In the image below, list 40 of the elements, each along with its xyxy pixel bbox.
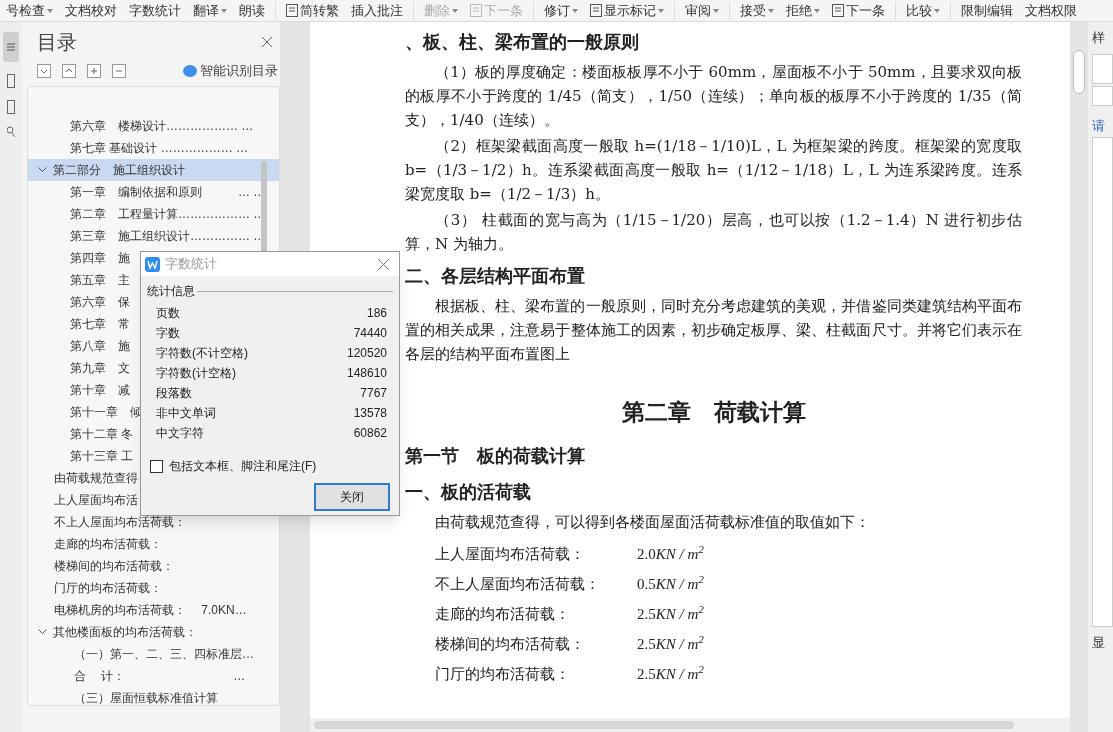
load-label: 上人屋面均布活荷载： [435, 544, 586, 565]
load-label: 不上人屋面均布活荷载： [435, 574, 601, 595]
stat-label: 字数 [156, 325, 180, 342]
load-value: 0.5KN / m$^{2}$ [637, 572, 704, 594]
heading: 、板、柱、梁布置的一般原则 [405, 31, 640, 54]
load-value: 2.5KN / m$^{2}$ [637, 602, 704, 624]
heading: 一、板的活荷载 [405, 481, 532, 504]
stat-label: 字符数(不计空格) [156, 345, 248, 362]
load-label: 走廊的均布活荷载： [435, 604, 571, 625]
heading: 第一节 板的荷载计算 [405, 445, 586, 468]
panel-label: 样 [1092, 29, 1106, 47]
stat-value: 60862 [353, 425, 387, 442]
paragraph: （1）板的厚度确定：楼面板板厚不小于 60mm，屋面板不小于 50mm，且要求双向板的板厚不小于跨度的 1/45（简支），1/50（连续）；单向板的板厚不小于跨度的 1/35（简支），1/40（连续）。 [405, 62, 1022, 131]
group-label: 统计信息 [147, 283, 195, 300]
stat-value: 148610 [346, 365, 387, 382]
load-value: 2.5KN / m$^{2}$ [637, 632, 704, 654]
stat-label: 段落数 [156, 385, 192, 402]
stat-value: 7767 [360, 385, 387, 402]
stat-value: 186 [366, 305, 387, 322]
paragraph: （3） 柱截面的宽与高为（1/15－1/20）层高，也可以按（1.2－1.4）N 进行初步估算，N 为轴力。 [405, 210, 1022, 255]
load-value: 2.5KN / m$^{2}$ [637, 662, 704, 684]
stat-value: 120520 [346, 345, 387, 362]
dialog-title: 字数统计 [165, 255, 218, 274]
chapter-title: 第二章 荷载计算 [620, 398, 807, 427]
panel-title: 目录 [37, 30, 77, 55]
paragraph: （2）框架梁截面高度一般取 h=(1/18－1/10)L，L 为框架梁的跨度。框架梁的宽度取 b=（1/3－1/2）h。连系梁截面高度一般取 h=（1/12－1/18）L，L 为连系梁跨度。连系梁宽度取 b=（1/2－1/3）h。 [405, 136, 1022, 205]
panel-label: 显 [1092, 634, 1106, 652]
load-label: 楼梯间的均布活荷载： [435, 634, 586, 655]
load-value: 2.0KN / m$^{2}$ [637, 542, 704, 564]
stat-value: 13578 [353, 405, 387, 422]
stat-label: 非中文单词 [156, 405, 216, 422]
load-label: 门厅的均布活荷载： [435, 664, 571, 685]
checkbox-label: 包括文本框、脚注和尾注(F) [169, 458, 317, 475]
stat-label: 页数 [156, 305, 180, 322]
stat-label: 字符数(计空格) [156, 365, 236, 382]
heading: 二、各层结构平面布置 [405, 265, 586, 288]
stat-label: 中文字符 [156, 425, 204, 442]
stat-value: 74440 [353, 325, 387, 342]
paragraph: 由荷载规范查得，可以得到各楼面屋面活荷载标准值的取值如下： [434, 512, 871, 533]
paragraph: 根据板、柱、梁布置的一般原则，同时充分考虑建筑的美观，并借鉴同类建筑结构平面布置的相关成果，注意易于整体施工的因素，初步确定板厚、梁、柱截面尺寸。并将它们表示在各层的结构平面布置图上 [405, 296, 1022, 365]
